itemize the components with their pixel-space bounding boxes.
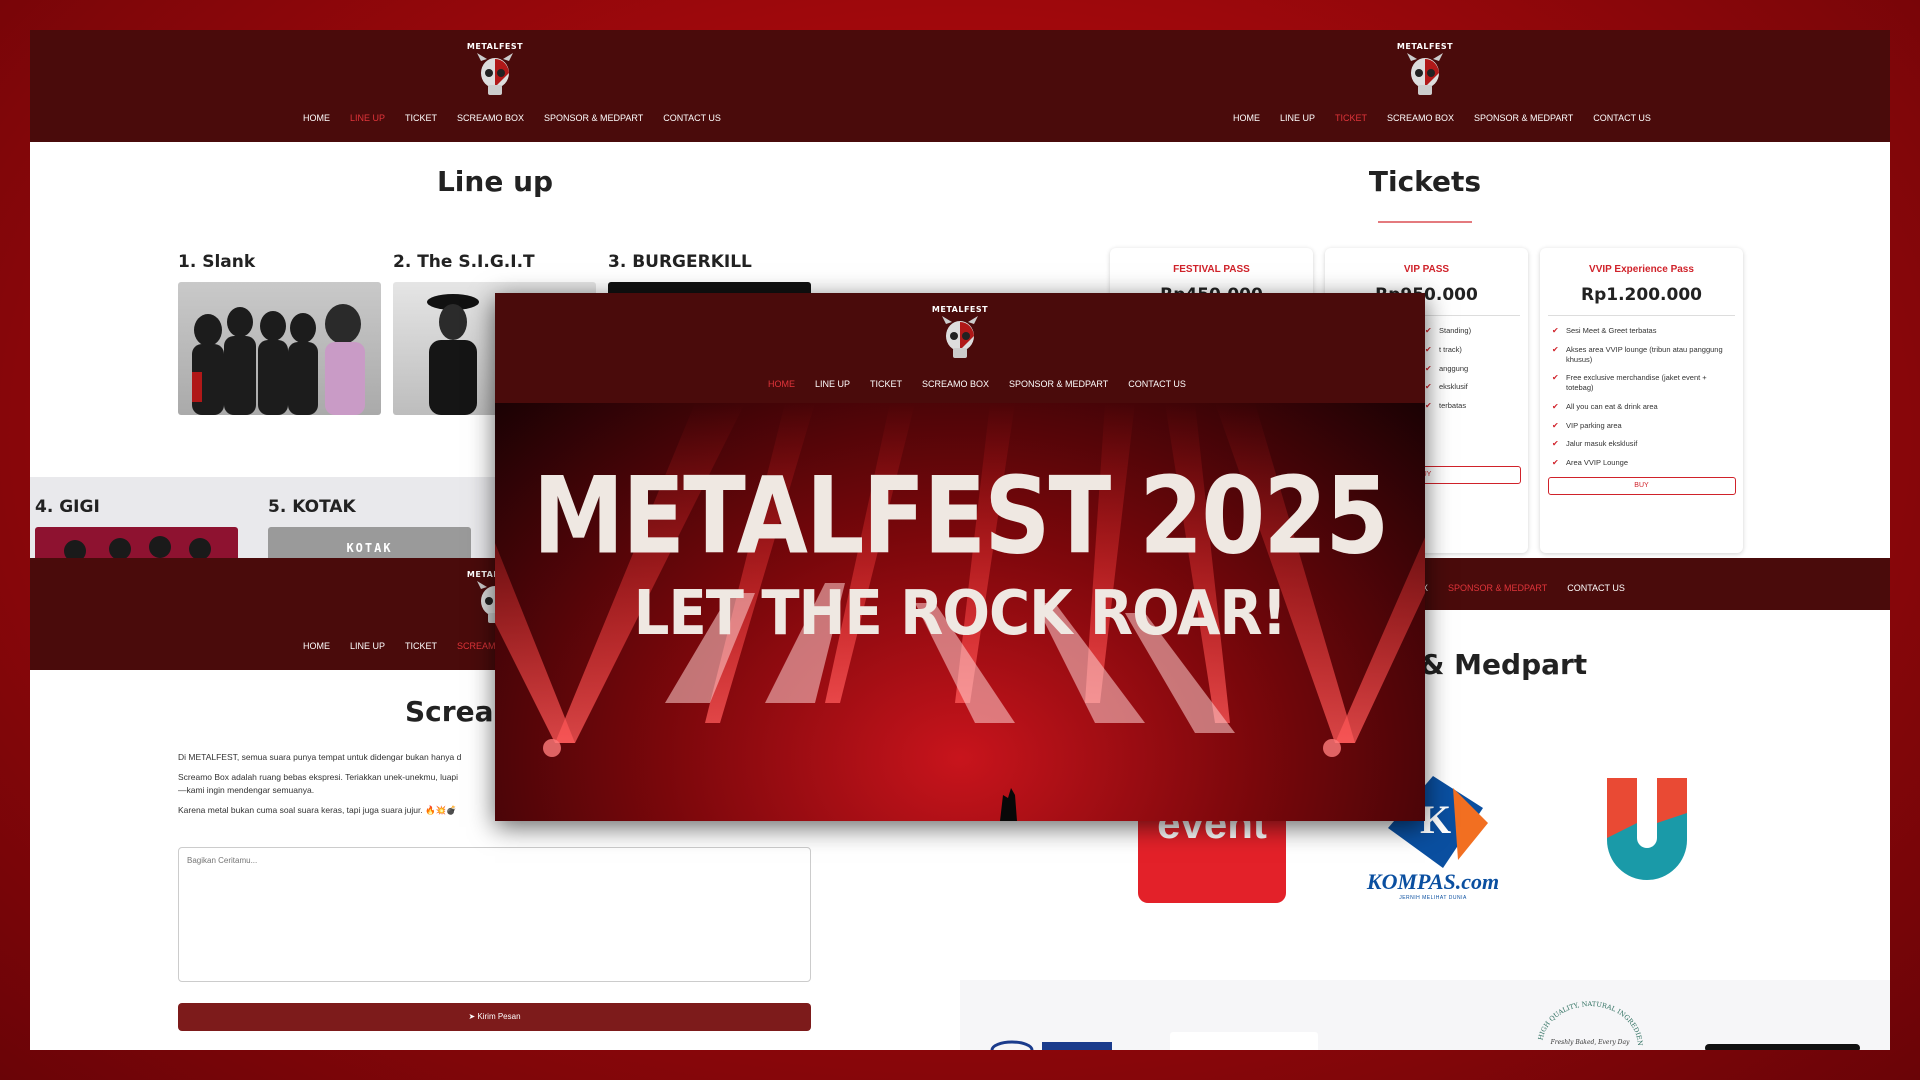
nav-contact[interactable]: CONTACT US <box>1567 583 1625 593</box>
feature-item: anggung <box>1425 364 1516 374</box>
vvip-feature-list: Sesi Meet & Greet terbatas Akses area VV… <box>1540 326 1743 468</box>
nav-screamo-box[interactable]: SCREAMO BOX <box>457 113 524 123</box>
lineup-navbar: METALFEST HOME LINE UP TICKET SCREAMO BO… <box>30 30 960 142</box>
nav-sponsor[interactable]: SPONSOR & MEDPART <box>1009 379 1108 389</box>
sponsor-title: & Medpart <box>1420 648 1588 681</box>
feature-item: terbatas <box>1425 401 1516 411</box>
nav-contact[interactable]: CONTACT US <box>1593 113 1651 123</box>
ticket-name: VVIP Experience Pass <box>1589 264 1694 275</box>
u-brand-logo[interactable] <box>1597 768 1697 888</box>
metalfest-logo[interactable]: METALFEST <box>930 305 990 367</box>
nav-ticket[interactable]: TICKET <box>870 379 902 389</box>
nav-ticket[interactable]: TICKET <box>405 113 437 123</box>
divider <box>1548 315 1735 316</box>
hero-nav-menu: HOME LINE UP TICKET SCREAMO BOX SPONSOR … <box>768 379 1186 389</box>
skull-logo-icon <box>942 316 978 358</box>
nav-home[interactable]: HOME <box>303 113 330 123</box>
nav-ticket[interactable]: TICKET <box>405 641 437 651</box>
buy-button-vvip[interactable]: BUY <box>1547 476 1736 495</box>
hero-banner: METALFEST 2025 LET THE ROCK ROAR! <box>495 403 1425 821</box>
logo-text: METALFEST <box>1396 42 1454 51</box>
nav-home[interactable]: HOME <box>768 379 795 389</box>
bakery-arc-logo[interactable]: HIGH QUALITY, NATURAL INGREDIENTS Freshl… <box>1530 998 1650 1050</box>
screamo-paragraph-2a: Screamo Box adalah ruang bebas ekspresi.… <box>178 772 459 783</box>
ticket-price: Rp1.200.000 <box>1581 285 1702 305</box>
kompas-wordmark: KOMPAS.com <box>1366 869 1500 894</box>
nav-ticket[interactable]: TICKET <box>1335 113 1367 123</box>
feature-item: All you can eat & drink area <box>1552 402 1731 412</box>
send-button-label: Kirim Pesan <box>477 1012 521 1021</box>
screamo-paragraph-2b: —kami ingin mendengar semuanya. <box>178 784 315 795</box>
screamo-paragraph-3: Karena metal bukan cuma soal suara keras… <box>178 804 457 815</box>
kotak-logo: KOTAK <box>346 541 393 555</box>
band-name-3: 3. BURGERKILL <box>608 252 752 272</box>
story-textarea[interactable] <box>178 847 811 982</box>
feature-item: Standing) <box>1425 326 1516 336</box>
home-page-hero-panel: METALFEST HOME LINE UP TICKET SCREAMO BO… <box>495 293 1425 821</box>
tickets-title-underline <box>1378 221 1472 223</box>
tickets-title: Tickets <box>1368 165 1482 198</box>
tickets-navbar: METALFEST HOME LINE UP TICKET SCREAMO BO… <box>960 30 1890 142</box>
nav-sponsor[interactable]: SPONSOR & MEDPART <box>1474 113 1573 123</box>
screamo-nav-menu: HOME LINE UP TICKET SCREAMO B <box>303 641 511 651</box>
logo-text: METALFEST <box>931 305 989 314</box>
nav-lineup[interactable]: LINE UP <box>350 113 385 123</box>
screamo-paragraph-1: Di METALFEST, semua suara punya tempat u… <box>178 752 462 762</box>
ticket-card-vvip: VVIP Experience Pass Rp1.200.000 Sesi Me… <box>1540 248 1743 553</box>
ticket-name: FESTIVAL PASS <box>1173 264 1250 275</box>
nav-sponsor[interactable]: SPONSOR & MEDPART <box>1448 583 1547 593</box>
nav-home[interactable]: HOME <box>303 641 330 651</box>
nav-lineup[interactable]: LINE UP <box>1280 113 1315 123</box>
hero-subtitle: LET THE ROCK ROAR! <box>633 577 1287 650</box>
nav-home[interactable]: HOME <box>1233 113 1260 123</box>
band-name-4: 4. GIGI <box>35 497 100 517</box>
feature-item: Jalur masuk eksklusif <box>1552 439 1731 449</box>
feature-item: Sesi Meet & Greet terbatas <box>1552 326 1731 336</box>
partial-white-logo-card <box>1170 1032 1318 1050</box>
nav-contact[interactable]: CONTACT US <box>663 113 721 123</box>
hero-navbar: METALFEST HOME LINE UP TICKET SCREAMO BO… <box>495 293 1425 403</box>
hero-title: METALFEST 2025 <box>532 454 1390 579</box>
feature-item: t track) <box>1425 345 1516 355</box>
nav-sponsor[interactable]: SPONSOR & MEDPART <box>544 113 643 123</box>
nav-lineup[interactable]: LINE UP <box>350 641 385 651</box>
feature-item: Free exclusive merchandise (jaket event … <box>1552 373 1731 393</box>
metalfest-logo[interactable]: METALFEST <box>1395 42 1455 104</box>
partial-black-logo[interactable] <box>1705 1044 1860 1050</box>
partial-blue-logo[interactable] <box>990 1036 1130 1050</box>
skull-logo-icon <box>477 53 513 95</box>
screamo-description: Di METALFEST, semua suara punya tempat u… <box>178 751 538 816</box>
lineup-title: Line up <box>436 165 554 198</box>
band-photo-slank[interactable] <box>178 282 381 415</box>
ticket-name: VIP PASS <box>1403 264 1450 275</box>
feature-item: eksklusif <box>1425 382 1516 392</box>
logo-text: METALFEST <box>466 42 524 51</box>
send-icon: ➤ <box>468 1012 476 1021</box>
feature-item: VIP parking area <box>1552 421 1731 431</box>
nav-screamo-box[interactable]: SCREAMO BOX <box>922 379 989 389</box>
send-message-button[interactable]: ➤ Kirim Pesan <box>178 1003 811 1031</box>
feature-item: Akses area VVIP lounge (tribun atau pang… <box>1552 345 1731 365</box>
band-name-5: 5. KOTAK <box>268 497 356 517</box>
band-photo-kotak[interactable]: KOTAK <box>268 527 471 558</box>
sponsor-nav-menu: OX SPONSOR & MEDPART CONTACT US <box>1415 583 1625 593</box>
kompas-tagline: JERNIH MELIHAT DUNIA <box>1399 895 1467 901</box>
skull-logo-icon <box>1407 53 1443 95</box>
band-name-2: 2. The S.I.G.I.T <box>393 252 535 272</box>
metalfest-logo[interactable]: METALFEST <box>465 42 525 104</box>
band-name-1: 1. Slank <box>178 252 256 272</box>
bakery-slogan: Freshly Baked, Every Day <box>1550 1039 1630 1046</box>
nav-contact[interactable]: CONTACT US <box>1128 379 1186 389</box>
tickets-nav-menu: HOME LINE UP TICKET SCREAMO BOX SPONSOR … <box>1233 113 1651 123</box>
nav-screamo-box[interactable]: SCREAMO BOX <box>1387 113 1454 123</box>
nav-lineup[interactable]: LINE UP <box>815 379 850 389</box>
band-photo-gigi[interactable] <box>35 527 238 558</box>
feature-item: Area VVIP Lounge <box>1552 458 1731 468</box>
lineup-nav-menu: HOME LINE UP TICKET SCREAMO BOX SPONSOR … <box>303 113 721 123</box>
